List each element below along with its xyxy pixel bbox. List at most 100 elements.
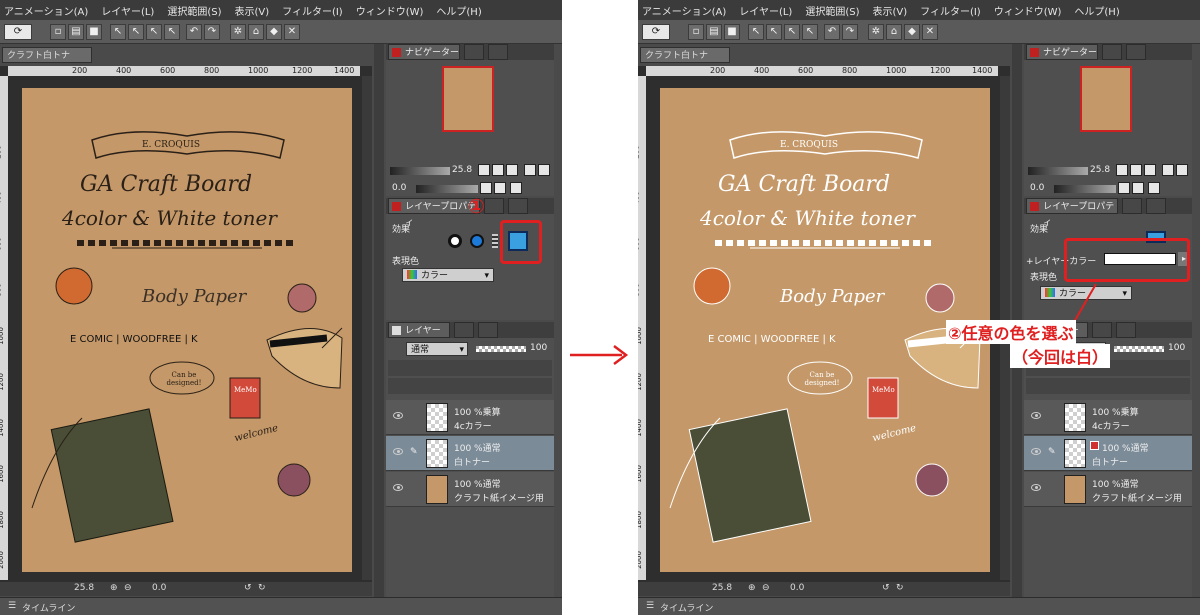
flip-v-icon[interactable] (538, 164, 550, 176)
info-tab[interactable] (1126, 44, 1146, 60)
layer-row-selected[interactable]: ✎ 100 %通常 白トナー (1024, 436, 1192, 471)
rotate-left-icon[interactable]: ↺ (882, 583, 890, 593)
zoom-in-icon[interactable] (478, 164, 490, 176)
rotate-left-icon[interactable] (480, 182, 492, 194)
menu-view[interactable]: 表示(V) (234, 3, 269, 18)
save-icon[interactable]: ■ (724, 24, 740, 40)
subview-tab[interactable] (1102, 44, 1122, 60)
new-file-icon[interactable]: ▫ (50, 24, 66, 40)
transform-icon[interactable]: ⌂ (886, 24, 902, 40)
brush-size-tab[interactable] (1146, 198, 1166, 214)
zoom-in-icon[interactable]: ⊕ (110, 583, 118, 593)
zoom-in-icon[interactable] (1116, 164, 1128, 176)
select-tool-icon[interactable]: ↖ (110, 24, 126, 40)
zoom-out-icon[interactable] (492, 164, 504, 176)
layer-row-selected[interactable]: ✎ 100 %通常 白トナー (386, 436, 554, 471)
select-sub-icon[interactable]: ↖ (146, 24, 162, 40)
zoom-in-icon[interactable]: ⊕ (748, 583, 756, 593)
document-tab[interactable]: クラフト白トナー.tif* (640, 47, 730, 77)
menu-help[interactable]: ヘルプ(H) (436, 3, 481, 18)
visibility-icon[interactable] (1031, 448, 1041, 455)
border-effect-icon[interactable] (448, 234, 462, 248)
visibility-icon[interactable] (393, 484, 403, 491)
document-tab[interactable]: クラフト白トナー.tif* (2, 47, 92, 77)
rotate-left-icon[interactable] (1118, 182, 1130, 194)
select-sub-icon[interactable]: ↖ (784, 24, 800, 40)
info-tab[interactable] (488, 44, 508, 60)
menu-icon[interactable]: ☰ (646, 601, 654, 611)
select-add-icon[interactable]: ↖ (766, 24, 782, 40)
canvas-scrollbar[interactable] (362, 76, 372, 580)
redo-icon[interactable]: ↷ (204, 24, 220, 40)
brush-size-tab[interactable] (508, 198, 528, 214)
open-file-icon[interactable]: ▤ (706, 24, 722, 40)
angle-slider[interactable] (416, 185, 478, 193)
timeline-label[interactable]: タイムライン (660, 601, 713, 614)
menu-help[interactable]: ヘルプ(H) (1074, 3, 1119, 18)
material-tab[interactable] (478, 322, 498, 338)
panel-divider[interactable] (374, 44, 384, 597)
layer-row[interactable]: 100 %乗算 4cカラー (386, 400, 554, 435)
menu-icon[interactable]: ☰ (8, 601, 16, 611)
navigator-tab[interactable]: ナビゲーター (1026, 44, 1098, 60)
zoom-out-icon[interactable]: ⊖ (124, 583, 132, 593)
layer-property-tab[interactable]: レイヤープロパティ (388, 198, 480, 228)
new-file-icon[interactable]: ▫ (688, 24, 704, 40)
save-icon[interactable]: ■ (86, 24, 102, 40)
visibility-icon[interactable] (393, 412, 403, 419)
settings-icon[interactable]: ✲ (230, 24, 246, 40)
rotate-left-icon[interactable]: ↺ (244, 583, 252, 593)
expression-color-dropdown[interactable]: カラー ▾ (402, 268, 494, 282)
menu-layer[interactable]: レイヤー(L) (101, 3, 154, 18)
visibility-icon[interactable] (1031, 484, 1041, 491)
menu-window[interactable]: ウィンドウ(W) (994, 3, 1062, 18)
reset-rotation-icon[interactable] (510, 182, 522, 194)
blend-mode-dropdown[interactable]: 通常 ▾ (406, 342, 468, 356)
navigator-tab[interactable]: ナビゲーター (388, 44, 460, 60)
menu-view[interactable]: 表示(V) (872, 3, 907, 18)
menu-filter[interactable]: フィルター(I) (920, 3, 981, 18)
menu-selection[interactable]: 選択範囲(S) (805, 3, 859, 18)
fit-view-icon[interactable] (1144, 164, 1156, 176)
flip-h-icon[interactable] (524, 164, 536, 176)
fit-icon[interactable]: ✕ (284, 24, 300, 40)
zoom-slider[interactable] (1028, 167, 1088, 175)
navigator-thumbnail[interactable] (442, 66, 494, 132)
fit-icon[interactable]: ✕ (922, 24, 938, 40)
layer-property-tab[interactable]: レイヤープロパティ (1026, 198, 1118, 228)
timeline-label[interactable]: タイムライン (22, 601, 75, 614)
fill-icon[interactable]: ◆ (266, 24, 282, 40)
navigator-thumbnail[interactable] (1080, 66, 1132, 132)
menu-animation[interactable]: アニメーション(A) (4, 3, 88, 18)
undo-icon[interactable]: ↶ (186, 24, 202, 40)
undo-icon[interactable]: ↶ (824, 24, 840, 40)
tone-effect-icon[interactable] (470, 234, 484, 248)
select-mode-icon[interactable]: ↖ (164, 24, 180, 40)
redo-icon[interactable]: ↷ (842, 24, 858, 40)
transform-icon[interactable]: ⌂ (248, 24, 264, 40)
tool-property-tab[interactable] (1122, 198, 1142, 214)
rotate-right-icon[interactable] (1132, 182, 1144, 194)
subview-tab[interactable] (464, 44, 484, 60)
menu-filter[interactable]: フィルター(I) (282, 3, 343, 18)
zoom-out-icon[interactable]: ⊖ (762, 583, 770, 593)
zoom-out-icon[interactable] (1130, 164, 1142, 176)
select-add-icon[interactable]: ↖ (128, 24, 144, 40)
layer-row[interactable]: 100 %通常 クラフト紙イメージ用 (386, 472, 554, 507)
opacity-slider[interactable] (1114, 346, 1164, 352)
menu-animation[interactable]: アニメーション(A) (642, 3, 726, 18)
material-tab[interactable] (1116, 322, 1136, 338)
rotate-right-icon[interactable]: ↻ (896, 583, 904, 593)
open-file-icon[interactable]: ▤ (68, 24, 84, 40)
app-logo-icon[interactable]: ⟳ (4, 24, 32, 40)
reset-rotation-icon[interactable] (1148, 182, 1160, 194)
tool-property-tab[interactable] (484, 198, 504, 214)
extract-line-icon[interactable] (492, 234, 498, 248)
select-mode-icon[interactable]: ↖ (802, 24, 818, 40)
menu-window[interactable]: ウィンドウ(W) (356, 3, 424, 18)
flip-v-icon[interactable] (1176, 164, 1188, 176)
opacity-slider[interactable] (476, 346, 526, 352)
visibility-icon[interactable] (393, 448, 403, 455)
flip-h-icon[interactable] (1162, 164, 1174, 176)
rotate-right-icon[interactable] (494, 182, 506, 194)
